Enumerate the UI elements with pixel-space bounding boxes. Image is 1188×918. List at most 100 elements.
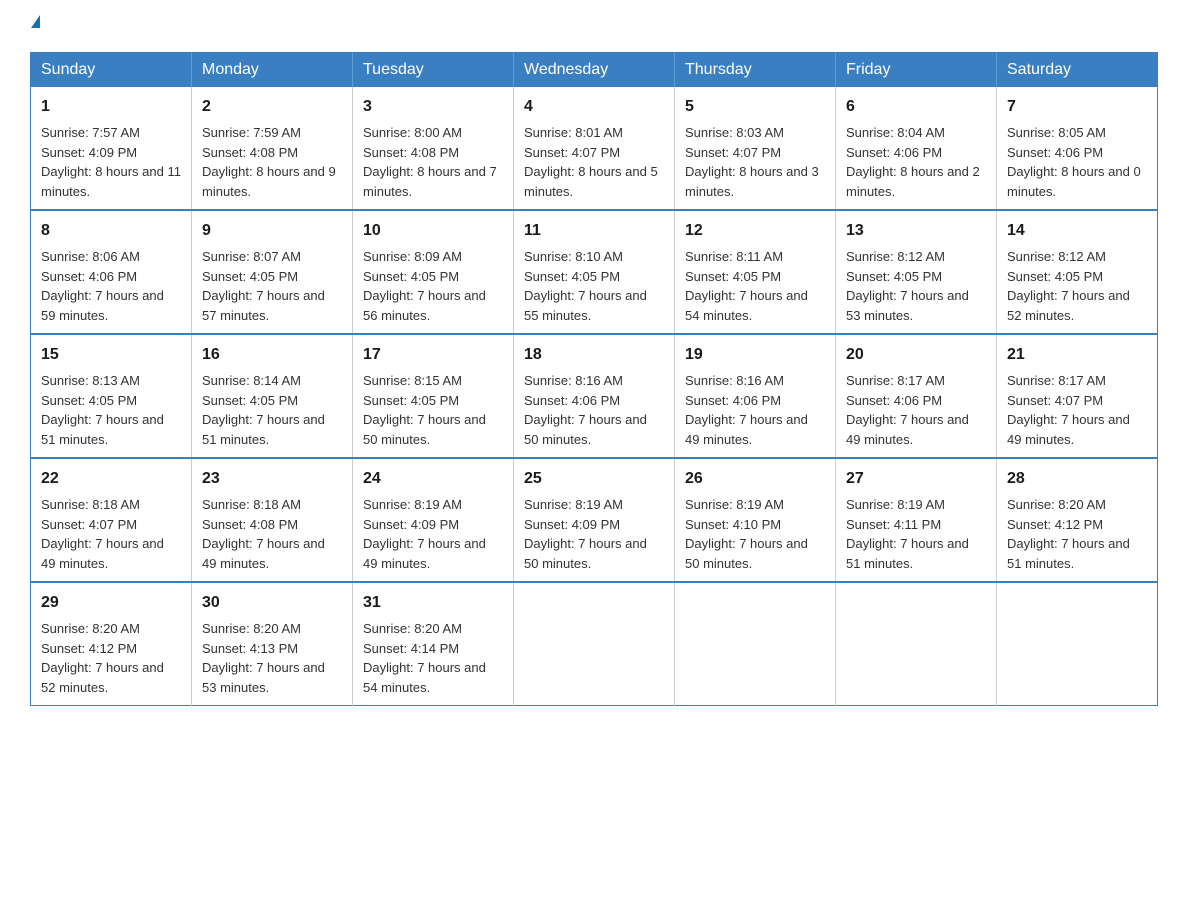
logo [30, 20, 40, 32]
week-row-2: 8Sunrise: 8:06 AMSunset: 4:06 PMDaylight… [31, 210, 1158, 334]
daylight-text: Daylight: 7 hours and 49 minutes. [41, 536, 164, 571]
sunset-text: Sunset: 4:14 PM [363, 641, 459, 656]
sunrise-text: Sunrise: 8:10 AM [524, 249, 623, 264]
header-day-thursday: Thursday [675, 53, 836, 88]
daylight-text: Daylight: 7 hours and 52 minutes. [1007, 288, 1130, 323]
sunset-text: Sunset: 4:05 PM [363, 269, 459, 284]
day-number: 1 [41, 95, 181, 119]
sunrise-text: Sunrise: 8:17 AM [1007, 373, 1106, 388]
calendar-table: SundayMondayTuesdayWednesdayThursdayFrid… [30, 52, 1158, 706]
daylight-text: Daylight: 7 hours and 49 minutes. [202, 536, 325, 571]
sunrise-text: Sunrise: 8:16 AM [524, 373, 623, 388]
sunset-text: Sunset: 4:13 PM [202, 641, 298, 656]
header-day-friday: Friday [836, 53, 997, 88]
sunrise-text: Sunrise: 8:20 AM [41, 621, 140, 636]
week-row-4: 22Sunrise: 8:18 AMSunset: 4:07 PMDayligh… [31, 458, 1158, 582]
day-number: 29 [41, 591, 181, 615]
sunrise-text: Sunrise: 8:20 AM [363, 621, 462, 636]
calendar-cell: 20Sunrise: 8:17 AMSunset: 4:06 PMDayligh… [836, 334, 997, 458]
calendar-cell: 14Sunrise: 8:12 AMSunset: 4:05 PMDayligh… [997, 210, 1158, 334]
sunrise-text: Sunrise: 8:13 AM [41, 373, 140, 388]
sunset-text: Sunset: 4:05 PM [202, 393, 298, 408]
sunset-text: Sunset: 4:08 PM [363, 145, 459, 160]
daylight-text: Daylight: 7 hours and 53 minutes. [846, 288, 969, 323]
sunset-text: Sunset: 4:06 PM [41, 269, 137, 284]
calendar-cell: 16 Sunrise: 8:14 AM Sunset: 4:05 PM Dayligh… [192, 334, 353, 458]
sunset-text: Sunset: 4:08 PM [202, 517, 298, 532]
sunset-text: Sunset: 4:09 PM [524, 517, 620, 532]
day-number: 26 [685, 467, 825, 491]
sunrise-text: Sunrise: 8:17 AM [846, 373, 945, 388]
calendar-cell [675, 582, 836, 706]
day-number: 14 [1007, 219, 1147, 243]
calendar-cell [997, 582, 1158, 706]
header-day-sunday: Sunday [31, 53, 192, 88]
header-day-tuesday: Tuesday [353, 53, 514, 88]
calendar-cell: 19Sunrise: 8:16 AMSunset: 4:06 PMDayligh… [675, 334, 836, 458]
daylight-text: Daylight: 7 hours and 49 minutes. [363, 536, 486, 571]
sunset-text: Sunset: 4:07 PM [685, 145, 781, 160]
daylight-text: Daylight: 8 hours and 0 minutes. [1007, 164, 1141, 199]
calendar-cell: 24Sunrise: 8:19 AMSunset: 4:09 PMDayligh… [353, 458, 514, 582]
daylight-text: Daylight: 8 hours and 5 minutes. [524, 164, 658, 199]
daylight-text: Daylight: 7 hours and 52 minutes. [41, 660, 164, 695]
daylight-text: Daylight: 7 hours and 51 minutes. [202, 412, 325, 447]
sunrise-text: Sunrise: 8:05 AM [1007, 125, 1106, 140]
calendar-cell [514, 582, 675, 706]
day-number: 6 [846, 95, 986, 119]
sunset-text: Sunset: 4:05 PM [846, 269, 942, 284]
sunset-text: Sunset: 4:06 PM [846, 393, 942, 408]
sunrise-text: Sunrise: 8:00 AM [363, 125, 462, 140]
sunset-text: Sunset: 4:06 PM [685, 393, 781, 408]
sunset-text: Sunset: 4:10 PM [685, 517, 781, 532]
calendar-cell: 22Sunrise: 8:18 AMSunset: 4:07 PMDayligh… [31, 458, 192, 582]
logo-triangle-icon [31, 15, 40, 28]
header-day-wednesday: Wednesday [514, 53, 675, 88]
sunset-text: Sunset: 4:05 PM [41, 393, 137, 408]
sunrise-text: Sunrise: 8:12 AM [1007, 249, 1106, 264]
sunrise-text: Sunrise: 8:15 AM [363, 373, 462, 388]
sunset-text: Sunset: 4:05 PM [524, 269, 620, 284]
calendar-cell: 30Sunrise: 8:20 AMSunset: 4:13 PMDayligh… [192, 582, 353, 706]
sunset-text: Sunset: 4:08 PM [202, 145, 298, 160]
day-number: 9 [202, 219, 342, 243]
sunset-text: Sunset: 4:09 PM [363, 517, 459, 532]
daylight-text: Daylight: 7 hours and 51 minutes. [41, 412, 164, 447]
day-number: 11 [524, 219, 664, 243]
day-number: 27 [846, 467, 986, 491]
sunset-text: Sunset: 4:05 PM [363, 393, 459, 408]
sunrise-text: Sunrise: 8:03 AM [685, 125, 784, 140]
calendar-cell: 8Sunrise: 8:06 AMSunset: 4:06 PMDaylight… [31, 210, 192, 334]
calendar-cell: 11Sunrise: 8:10 AMSunset: 4:05 PMDayligh… [514, 210, 675, 334]
sunrise-text: Sunrise: 7:59 AM [202, 125, 301, 140]
day-number: 3 [363, 95, 503, 119]
day-number: 4 [524, 95, 664, 119]
day-number: 31 [363, 591, 503, 615]
daylight-text: Daylight: 7 hours and 50 minutes. [524, 536, 647, 571]
calendar-cell: 18Sunrise: 8:16 AMSunset: 4:06 PMDayligh… [514, 334, 675, 458]
daylight-text: Daylight: 7 hours and 54 minutes. [363, 660, 486, 695]
daylight-text: Daylight: 8 hours and 3 minutes. [685, 164, 819, 199]
calendar-cell: 25Sunrise: 8:19 AMSunset: 4:09 PMDayligh… [514, 458, 675, 582]
daylight-text: Daylight: 8 hours and 7 minutes. [363, 164, 497, 199]
sunrise-text: Sunrise: 8:16 AM [685, 373, 784, 388]
week-row-5: 29Sunrise: 8:20 AMSunset: 4:12 PMDayligh… [31, 582, 1158, 706]
day-number: 24 [363, 467, 503, 491]
calendar-cell: 31 Sunrise: 8:20 AM Sunset: 4:14 PM Dayligh… [353, 582, 514, 706]
calendar-cell: 17Sunrise: 8:15 AMSunset: 4:05 PMDayligh… [353, 334, 514, 458]
daylight-text: Daylight: 8 hours and 9 minutes. [202, 164, 336, 199]
sunrise-text: Sunrise: 8:14 AM [202, 373, 301, 388]
calendar-cell: 7Sunrise: 8:05 AMSunset: 4:06 PMDaylight… [997, 87, 1158, 210]
daylight-text: Daylight: 7 hours and 54 minutes. [685, 288, 808, 323]
sunset-text: Sunset: 4:05 PM [202, 269, 298, 284]
sunrise-text: Sunrise: 8:18 AM [41, 497, 140, 512]
sunrise-text: Sunrise: 8:07 AM [202, 249, 301, 264]
week-row-1: 1Sunrise: 7:57 AMSunset: 4:09 PMDaylight… [31, 87, 1158, 210]
day-number: 16 [202, 343, 342, 367]
page-header [30, 20, 1158, 32]
calendar-cell: 23Sunrise: 8:18 AMSunset: 4:08 PMDayligh… [192, 458, 353, 582]
sunset-text: Sunset: 4:09 PM [41, 145, 137, 160]
day-number: 21 [1007, 343, 1147, 367]
calendar-cell: 5Sunrise: 8:03 AMSunset: 4:07 PMDaylight… [675, 87, 836, 210]
sunrise-text: Sunrise: 8:19 AM [685, 497, 784, 512]
